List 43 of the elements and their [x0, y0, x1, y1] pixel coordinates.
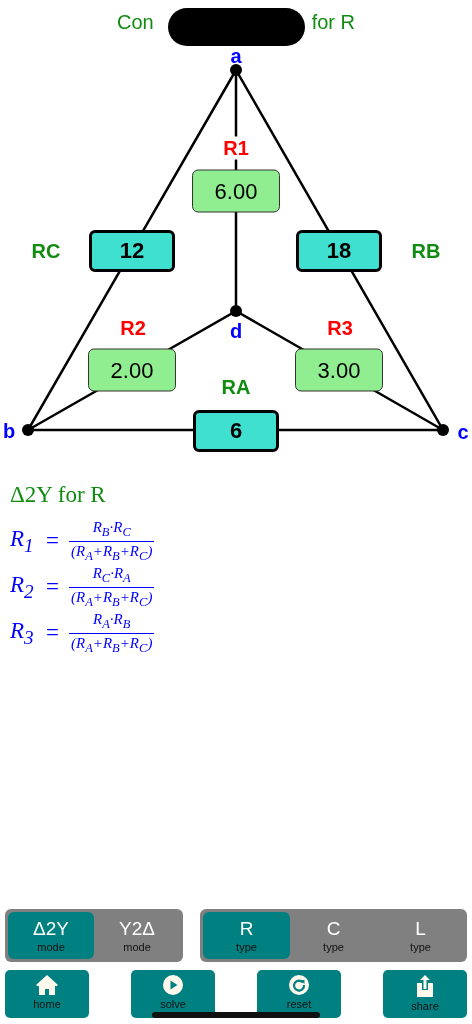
type-segment[interactable]: C type [290, 912, 377, 959]
resistor-value-field[interactable]: 2.00 [88, 348, 176, 392]
home-icon [35, 974, 59, 996]
formula-symbol: R$_{2}$ [10, 571, 35, 603]
node-label: c [457, 424, 469, 440]
share-icon [415, 974, 435, 998]
resistor-value-field[interactable]: 18 [296, 230, 382, 272]
resistor-value-field[interactable]: 6 [193, 410, 279, 452]
node-dot [230, 305, 242, 317]
equals-sign: = [46, 620, 59, 646]
formula-denominator: (R$_{A}$+R$_{B}$+R$_{C}$) [69, 540, 155, 564]
node-dot [437, 424, 449, 436]
solve-button[interactable]: solve [131, 970, 215, 1018]
play-icon [162, 974, 184, 996]
formula-symbol: R$_{3}$ [10, 617, 35, 649]
formula-denominator: (R$_{A}$+R$_{B}$+R$_{C}$) [69, 586, 155, 610]
home-button[interactable]: home [5, 970, 89, 1018]
formula-numerator: R$_{A}$·R$_{B}$ [92, 610, 132, 633]
node-dot [22, 424, 34, 436]
mode-segment[interactable]: Y2Δ mode [94, 912, 180, 959]
node-label: b [2, 423, 16, 439]
equals-sign: = [46, 528, 59, 554]
screen-title: Con [116, 10, 154, 35]
type-segment[interactable]: L type [377, 912, 464, 959]
formula-numerator: R$_{C}$·R$_{A}$ [91, 564, 132, 587]
resistor-label: R1 [222, 136, 250, 160]
equals-sign: = [46, 574, 59, 600]
screen-title: for R [311, 10, 355, 35]
node-label: d [229, 323, 243, 339]
resistor-value-field[interactable]: 6.00 [192, 169, 280, 213]
formula-denominator: (R$_{A}$+R$_{B}$+R$_{C}$) [69, 632, 155, 656]
formula-numerator: R$_{B}$·R$_{C}$ [91, 518, 132, 541]
reset-icon [288, 974, 310, 996]
formula-heading: Δ2Y for R [10, 482, 107, 508]
type-segment[interactable]: R type [203, 912, 290, 959]
mode-segment[interactable]: Δ2Y mode [8, 912, 94, 959]
share-button[interactable]: share [383, 970, 467, 1018]
reset-button[interactable]: reset [257, 970, 341, 1018]
node-dot [230, 64, 242, 76]
resistor-value-field[interactable]: 3.00 [295, 348, 383, 392]
node-label: a [230, 48, 242, 64]
resistor-value-field[interactable]: 12 [89, 230, 175, 272]
formula-symbol: R$_{1}$ [10, 525, 35, 557]
